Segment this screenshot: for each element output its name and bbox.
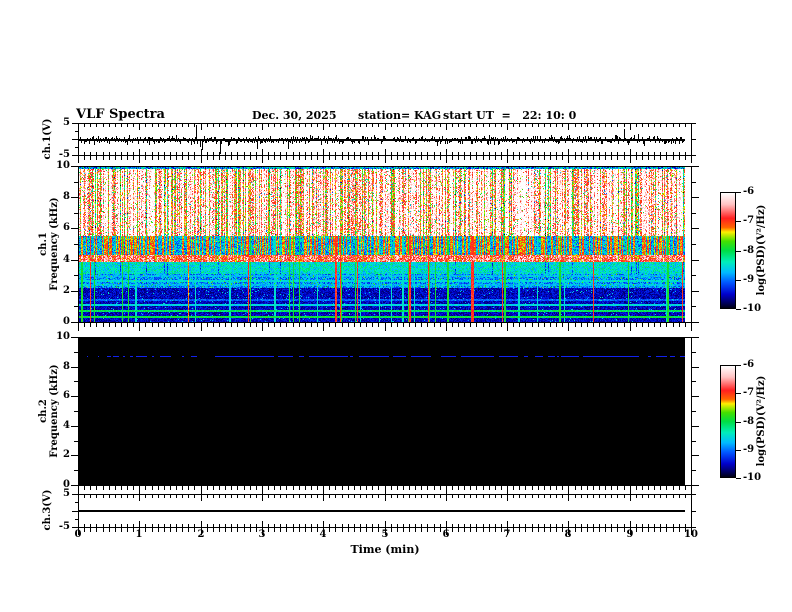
x-tick-label: 0 — [74, 529, 82, 540]
x-axis-title: Time (min) — [350, 543, 420, 556]
ch1-spec-axis-line2: Frequency (kHz) — [49, 197, 60, 291]
ch3-waveform-canvas — [79, 495, 691, 527]
y-tick-label: -5 — [58, 149, 70, 160]
vlf-spectra-plot: VLF Spectra Dec. 30, 2025 station= KAG s… — [0, 0, 792, 612]
colorbar-tick-label: -9 — [743, 444, 755, 455]
colorbar-tick-label: -7 — [743, 215, 755, 226]
plot-start-ut: start UT = 22: 10: 0 — [443, 109, 577, 122]
plot-station: station= KAG — [358, 109, 442, 122]
ch2-spectrogram-canvas — [79, 338, 691, 485]
y-tick-label: 2 — [63, 449, 70, 460]
colorbar-tick-label: -8 — [743, 245, 755, 256]
x-tick-label: 10 — [684, 529, 698, 540]
y-tick-label: 0 — [63, 316, 70, 327]
y-tick-label: 5 — [63, 488, 70, 499]
y-tick-label: 6 — [63, 222, 70, 233]
x-tick-label: 4 — [319, 529, 327, 540]
ch1-spectrogram-canvas — [79, 167, 691, 322]
x-tick-label: 5 — [381, 529, 389, 540]
ch1-waveform-canvas — [79, 124, 691, 155]
ch2-colorbar — [720, 365, 736, 478]
plot-date: Dec. 30, 2025 — [252, 109, 337, 122]
y-tick-label: 2 — [63, 285, 70, 296]
x-tick-label: 6 — [442, 529, 450, 540]
y-tick-label: 8 — [63, 361, 70, 372]
x-tick-label: 9 — [626, 529, 634, 540]
colorbar-tick-label: -10 — [743, 303, 762, 314]
x-tick-label: 2 — [197, 529, 205, 540]
colorbar-tick-label: -10 — [743, 472, 762, 483]
colorbar-tick-label: -8 — [743, 416, 755, 427]
y-tick-label: 4 — [63, 254, 70, 265]
ch1-spec-axis-title: ch.1 Frequency (kHz) — [38, 164, 62, 324]
x-tick-label: 3 — [258, 529, 266, 540]
y-tick-label: 4 — [63, 420, 70, 431]
colorbar-tick-label: -9 — [743, 274, 755, 285]
y-tick-label: 10 — [56, 331, 70, 342]
y-tick-label: 8 — [63, 191, 70, 202]
ch1-spec-axis-line1: ch.1 — [38, 232, 49, 256]
plot-title: VLF Spectra — [76, 107, 165, 122]
colorbar-tick-label: -6 — [743, 186, 755, 197]
x-tick-label: 8 — [564, 529, 572, 540]
ch1-colorbar — [720, 192, 736, 309]
ch3-wave-axis-title: ch.3(V) — [42, 450, 54, 570]
x-tick-label: 1 — [135, 529, 143, 540]
x-tick-label: 7 — [503, 529, 511, 540]
y-tick-label: 10 — [56, 160, 70, 171]
y-tick-label: 5 — [63, 117, 70, 128]
colorbar-tick-label: -7 — [743, 387, 755, 398]
y-tick-label: 6 — [63, 390, 70, 401]
y-tick-label: -5 — [58, 521, 70, 532]
colorbar-tick-label: -6 — [743, 359, 755, 370]
